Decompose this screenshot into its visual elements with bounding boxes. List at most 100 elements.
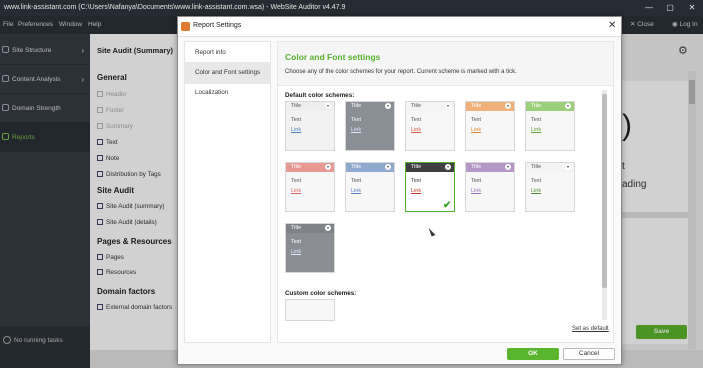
scheme-title: Title: [531, 103, 542, 109]
chart-icon: [97, 171, 103, 177]
scheme-title: Title: [291, 164, 302, 170]
section-heading: Site Audit: [97, 186, 135, 195]
scheme-link: Link: [291, 188, 302, 194]
sidebar-item-label: Domain Strength: [12, 105, 61, 112]
table-icon: [97, 254, 103, 260]
sidebar-item-domain-strength[interactable]: Domain Strength: [0, 94, 90, 123]
scheme-text: Text: [291, 117, 302, 123]
section-heading: Domain factors: [97, 287, 156, 296]
item-label: Header: [106, 91, 127, 98]
close-window-icon[interactable]: ✕: [681, 0, 703, 16]
color-scheme-card[interactable]: Title ▾ Text Link: [525, 101, 575, 151]
chevron-down-icon[interactable]: ▾: [445, 164, 451, 170]
section-heading: Pages & Resources: [97, 237, 172, 246]
nav-item-report-info[interactable]: Report info: [185, 42, 270, 64]
chevron-down-icon[interactable]: ▾: [505, 103, 511, 109]
scheme-link: Link: [411, 188, 422, 194]
chevron-down-icon[interactable]: ▾: [325, 103, 331, 109]
section-item-text[interactable]: Text: [97, 139, 118, 146]
table-icon: [97, 304, 103, 310]
maximize-icon[interactable]: ▢: [659, 0, 681, 16]
reports-icon: [2, 133, 9, 140]
chevron-down-icon[interactable]: ▾: [445, 103, 451, 109]
sidebar-item-reports[interactable]: Reports: [0, 123, 90, 152]
preview-scrollbar-thumb[interactable]: [689, 80, 695, 104]
login-label: Log In: [679, 21, 698, 28]
sidebar: Site Structure › Content Analysis › Doma…: [0, 34, 90, 368]
color-scheme-card[interactable]: Title ▾ Text Link: [465, 162, 515, 212]
color-scheme-card[interactable]: Title ▾ Text Link: [465, 101, 515, 151]
color-scheme-card[interactable]: Title ▾ Text Link: [285, 101, 335, 151]
color-scheme-card[interactable]: Title ▾ Text Link: [525, 162, 575, 212]
scheme-link: Link: [471, 188, 482, 194]
scheme-title: Title: [471, 103, 482, 109]
color-scheme-card[interactable]: Title ▾ Text Link: [285, 162, 335, 212]
gear-icon[interactable]: ⚙: [678, 44, 688, 57]
schemes-scrollbar[interactable]: [602, 90, 607, 320]
item-label: Site Audit (summary): [106, 203, 165, 210]
scheme-title: Title: [291, 225, 302, 231]
cancel-button[interactable]: Cancel: [563, 348, 615, 360]
ok-button[interactable]: OK: [507, 348, 559, 360]
section-item-footer[interactable]: Footer: [97, 107, 124, 114]
item-label: Pages: [106, 254, 124, 261]
menu-file[interactable]: File: [3, 16, 13, 34]
schemes-scrollbar-thumb[interactable]: [602, 94, 607, 288]
section-item-distribution[interactable]: Distribution by Tags: [97, 171, 161, 178]
chevron-down-icon[interactable]: ▾: [385, 103, 391, 109]
custom-schemes-label: Custom color schemes:: [285, 290, 357, 297]
section-item-note[interactable]: Note: [97, 155, 119, 162]
section-item-external-domain-factors[interactable]: External domain factors: [97, 304, 172, 311]
task-status: No running tasks: [0, 326, 90, 368]
menu-window[interactable]: Window: [59, 16, 82, 34]
scheme-text: Text: [291, 239, 302, 245]
color-scheme-card[interactable]: Title ▾ Text Link ✔: [405, 162, 455, 212]
color-scheme-card[interactable]: Title ▾ Text Link: [405, 101, 455, 151]
color-font-settings: Color and Font settings Choose any of th…: [277, 41, 614, 343]
close-icon[interactable]: ✕: [608, 20, 616, 31]
preview-scrollbar[interactable]: [688, 71, 696, 349]
menu-help[interactable]: Help: [88, 16, 101, 34]
chevron-down-icon[interactable]: ▾: [385, 164, 391, 170]
color-scheme-card[interactable]: Title ▾ Text Link: [345, 162, 395, 212]
scheme-text: Text: [471, 178, 482, 184]
chevron-down-icon[interactable]: ▾: [325, 164, 331, 170]
content-icon: [2, 75, 9, 82]
sidebar-item-label: Reports: [12, 134, 35, 141]
nav-item-localization[interactable]: Localization: [185, 82, 270, 104]
menu-preferences[interactable]: Preferences: [18, 16, 53, 34]
set-as-default-link[interactable]: Set as default: [572, 326, 609, 332]
tasks-icon: [3, 336, 11, 344]
section-item-site-audit-details[interactable]: Site Audit (details): [97, 219, 157, 226]
save-button[interactable]: Save: [636, 325, 687, 339]
sidebar-item-content-analysis[interactable]: Content Analysis ›: [0, 65, 90, 94]
page-icon: [97, 91, 103, 97]
scheme-link: Link: [531, 188, 542, 194]
section-item-header[interactable]: Header: [97, 91, 127, 98]
preview-text: ): [622, 109, 632, 142]
color-scheme-card[interactable]: Title ▾ Text Link: [285, 223, 335, 273]
sidebar-item-label: Content Analysis: [12, 76, 61, 83]
scheme-title: Title: [411, 103, 422, 109]
chevron-down-icon[interactable]: ▾: [565, 103, 571, 109]
nav-item-color-font[interactable]: Color and Font settings: [185, 62, 270, 84]
login-menu[interactable]: ◉ Log In: [672, 16, 698, 34]
section-item-site-audit-summary[interactable]: Site Audit (summary): [97, 203, 164, 210]
report-preview-panel: ⚙ ) t ading: [622, 34, 703, 350]
chevron-down-icon[interactable]: ▾: [565, 164, 571, 170]
chevron-down-icon[interactable]: ▾: [505, 164, 511, 170]
color-scheme-card[interactable]: Title ▾ Text Link: [345, 101, 395, 151]
sidebar-item-site-structure[interactable]: Site Structure ›: [0, 36, 90, 65]
custom-scheme-placeholder[interactable]: [285, 299, 335, 321]
chevron-down-icon[interactable]: ▾: [325, 225, 331, 231]
section-item-summary[interactable]: Summary: [97, 123, 133, 130]
scheme-text: Text: [531, 178, 542, 184]
app-icon: [181, 22, 190, 31]
page-icon: [97, 123, 103, 129]
close-menu[interactable]: ✕ Close: [630, 16, 654, 34]
minimize-icon[interactable]: —: [638, 0, 660, 16]
preview-text: ading: [622, 179, 647, 190]
section-item-pages[interactable]: Pages: [97, 254, 124, 261]
section-item-resources[interactable]: Resources: [97, 269, 136, 276]
scheme-title: Title: [531, 164, 542, 170]
